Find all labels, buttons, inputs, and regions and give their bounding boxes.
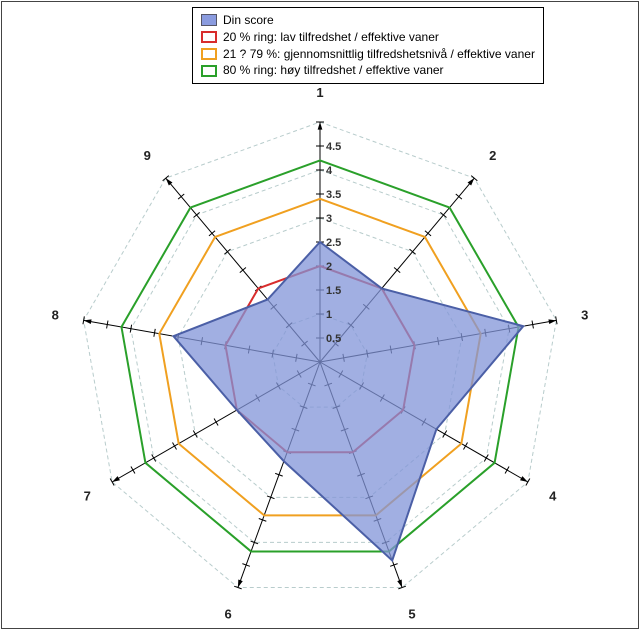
legend-label: 80 % ring: høy tilfredshet / effektive v… (223, 62, 444, 79)
svg-text:1: 1 (326, 309, 332, 321)
svg-text:4: 4 (549, 488, 557, 503)
square-icon (201, 14, 217, 26)
svg-text:1: 1 (316, 85, 323, 100)
svg-text:6: 6 (224, 607, 231, 622)
legend-label: 20 % ring: lav tilfredshet / effektive v… (223, 29, 439, 46)
svg-text:1.5: 1.5 (326, 285, 341, 297)
svg-text:7: 7 (84, 488, 91, 503)
svg-text:4.5: 4.5 (326, 141, 341, 153)
legend: Din score 20 % ring: lav tilfredshet / e… (192, 7, 544, 84)
legend-label: 21 ? 79 %: gjennomsnittlig tilfredshetsn… (223, 46, 535, 63)
legend-entry: 80 % ring: høy tilfredshet / effektive v… (201, 62, 535, 79)
svg-text:2: 2 (489, 148, 496, 163)
svg-text:2.5: 2.5 (326, 237, 341, 249)
square-icon (201, 65, 217, 77)
svg-text:3.5: 3.5 (326, 189, 341, 201)
svg-text:3: 3 (326, 213, 332, 225)
svg-text:5: 5 (408, 607, 415, 622)
radar-chart-frame: 1 2 3 4 5 6 7 8 9 0.5 1 1.5 2 2.5 3 3.5 4 4.5 Din score 2… (1, 1, 639, 629)
radar-chart-svg: 1 2 3 4 5 6 7 8 9 0.5 1 1.5 2 2.5 3 3.5 4 4.5 (2, 2, 638, 628)
legend-entry: 20 % ring: lav tilfredshet / effektive v… (201, 29, 535, 46)
square-icon (201, 31, 217, 43)
svg-text:8: 8 (52, 307, 59, 322)
svg-text:2: 2 (326, 261, 332, 273)
legend-entry: Din score (201, 12, 535, 29)
svg-text:4: 4 (326, 165, 333, 177)
svg-text:3: 3 (581, 307, 588, 322)
square-icon (201, 48, 217, 60)
legend-label: Din score (223, 12, 274, 29)
legend-entry: 21 ? 79 %: gjennomsnittlig tilfredshetsn… (201, 46, 535, 63)
svg-text:9: 9 (144, 148, 151, 163)
svg-text:0.5: 0.5 (326, 333, 341, 345)
